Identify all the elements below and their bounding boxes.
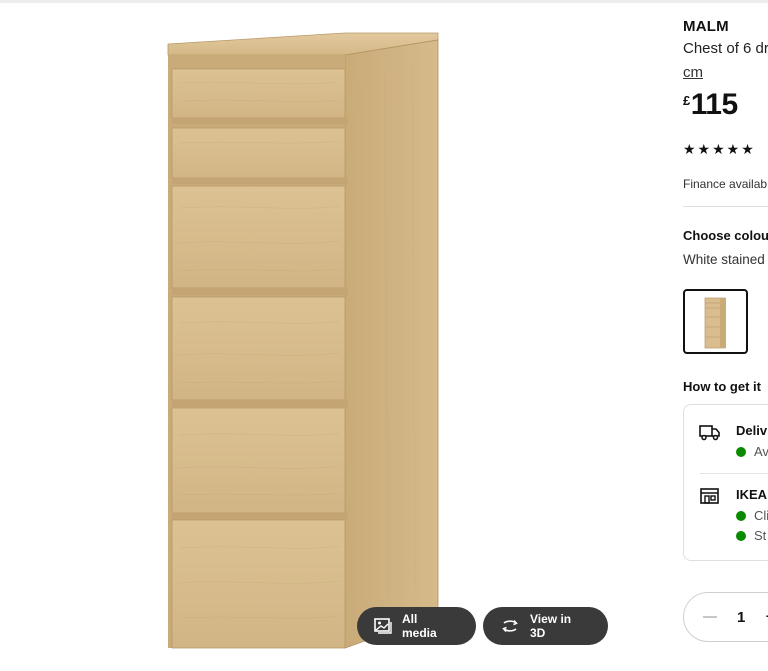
all-media-button[interactable]: All media (357, 607, 476, 645)
finance-info[interactable]: Finance availab (683, 177, 767, 191)
colour-swatch-white-stained-oak[interactable] (683, 289, 748, 354)
card-divider (700, 473, 768, 474)
rating-stars[interactable]: ★★★★★ (683, 141, 756, 158)
chest-thumbnail-icon (704, 297, 726, 349)
product-measurement-link[interactable]: cm (683, 64, 703, 81)
availability-dot-icon (736, 510, 746, 521)
product-image-gallery[interactable]: All media View in 3D (0, 3, 650, 671)
product-name: MALM (683, 18, 729, 35)
availability-dot-icon (736, 530, 746, 541)
image-gallery-icon (374, 618, 392, 634)
click-collect-status-text: Cli (754, 508, 768, 523)
delivery-status: Av (736, 444, 768, 459)
click-collect-status: Cli (736, 508, 768, 523)
store-icon (699, 487, 721, 510)
decrease-quantity-button[interactable] (703, 616, 717, 618)
product-info-panel: MALM Chest of 6 dr cm £ 115 ★★★★★ Financ… (683, 0, 768, 671)
all-media-label: All media (402, 612, 437, 640)
price-value: 115 (690, 88, 738, 121)
drawer-fronts (171, 68, 348, 649)
delivery-status-text: Av (754, 444, 768, 459)
selected-colour: White stained (683, 252, 765, 267)
availability-dot-icon (736, 446, 746, 457)
store-title: IKEA (736, 487, 768, 502)
choose-colour-heading: Choose colou (683, 228, 768, 243)
chest-of-drawers-image (167, 32, 439, 649)
quantity-value: 1 (737, 608, 746, 626)
view-in-3d-button[interactable]: View in 3D (483, 607, 608, 645)
star-icon: ★★★★★ (683, 141, 756, 157)
delivery-title: Deliv (736, 423, 768, 438)
product-price: £ 115 (683, 88, 738, 122)
price-currency: £ (683, 93, 690, 108)
store-stock-status-text: St (754, 528, 767, 543)
how-to-get-it-heading: How to get it (683, 379, 761, 394)
quantity-stepper[interactable]: 1 + (683, 592, 768, 642)
section-divider (683, 206, 768, 207)
fulfilment-options-card[interactable]: Deliv Av IKEA Cli St (683, 404, 768, 561)
view-in-3d-label: View in 3D (530, 612, 572, 640)
delivery-truck-icon (699, 423, 721, 446)
store-stock-status: St (736, 528, 766, 543)
rotate-3d-icon (500, 619, 520, 633)
product-description: Chest of 6 dr (683, 40, 768, 57)
